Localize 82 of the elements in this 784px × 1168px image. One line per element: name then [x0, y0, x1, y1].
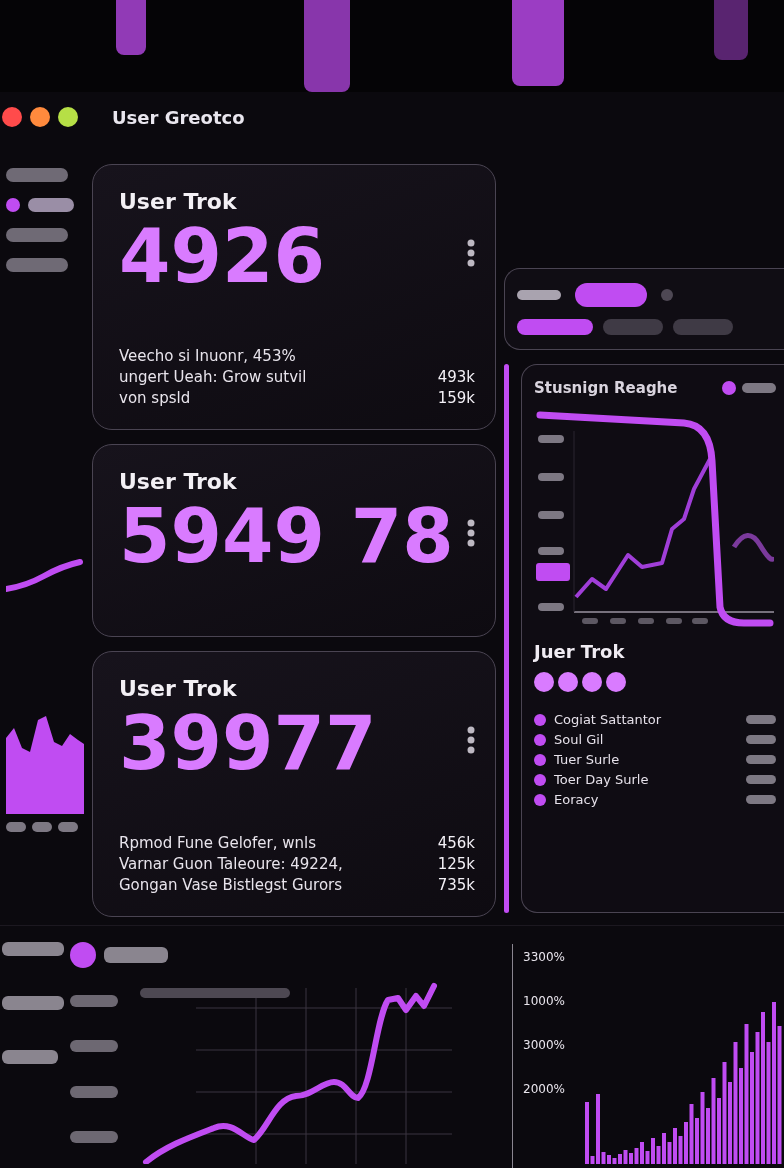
blurred-label	[104, 947, 168, 963]
chart-title: Stusnign Reaghe	[534, 379, 678, 397]
sidebar-item[interactable]	[28, 198, 74, 212]
card-figure: 125k	[437, 854, 475, 875]
sidebar-item[interactable]	[6, 258, 68, 272]
more-icon[interactable]	[467, 239, 475, 268]
blurred-label	[746, 715, 776, 724]
blurred-label	[638, 618, 654, 624]
legend-label: Cogiat Sattantor	[554, 712, 663, 727]
close-icon[interactable]	[2, 107, 22, 127]
card-figure: 493k	[437, 367, 475, 389]
sidebar-item[interactable]	[6, 168, 68, 182]
zoom-icon[interactable]	[58, 107, 78, 127]
glow-bar	[116, 0, 146, 55]
card-description: Veecho si Inuonr, 453% ungert Ueah: Grow sutvil von spsld	[119, 346, 307, 410]
blurred-label	[32, 822, 52, 832]
blurred-label	[2, 942, 64, 956]
card-title: User Trok	[119, 189, 238, 214]
blurred-label	[746, 755, 776, 764]
card-description: Rpmod Fune Gelofer, wnls Varnar Guon Taleoure: 49224, Gongan Vase Bistlegst Gurors	[119, 833, 343, 896]
blurred-label	[610, 618, 626, 624]
blurred-label	[746, 735, 776, 744]
card-value: 4926	[119, 218, 325, 296]
legend-dot-icon	[534, 753, 546, 766]
blurred-label	[70, 994, 118, 1007]
blurred-label	[538, 473, 564, 481]
legend-dot-icon	[534, 713, 546, 726]
axis-label: 3000%	[523, 1038, 566, 1052]
blurred-label	[517, 290, 561, 300]
card-title: User Trok	[119, 469, 238, 495]
status-dot-icon	[661, 289, 673, 301]
glow-bar	[714, 0, 748, 60]
dot-icon	[606, 672, 626, 692]
legend-label: Tuer Surle	[554, 752, 621, 767]
legend-dot-icon	[534, 773, 546, 786]
blurred-label	[58, 822, 78, 832]
tab[interactable]	[517, 319, 593, 335]
dot-icon	[582, 672, 602, 692]
blurred-label	[538, 511, 564, 519]
blurred-label	[70, 1131, 118, 1144]
blurred-label	[6, 822, 26, 832]
card-figure: 159k	[437, 388, 475, 410]
axis-label: 3300%	[523, 950, 566, 964]
blurred-label	[666, 618, 682, 624]
card-value: 39977	[119, 704, 377, 783]
blurred-label	[746, 775, 776, 784]
dot-icon	[558, 672, 578, 692]
legend-label: Toer Day Surle	[554, 772, 650, 787]
series-dot-icon	[70, 942, 96, 968]
card-figure: 456k	[437, 833, 475, 854]
blurred-label	[742, 383, 776, 393]
legend-dot-icon	[534, 733, 546, 746]
blurred-label	[746, 795, 776, 804]
blurred-label	[692, 618, 708, 624]
dot-icon	[534, 672, 554, 692]
blurred-label	[2, 996, 64, 1010]
blurred-label	[70, 1040, 118, 1053]
blurred-label	[2, 1050, 58, 1064]
more-icon[interactable]	[467, 726, 475, 755]
legend-title: Juer Trok	[534, 641, 626, 662]
card-title: User Trok	[119, 675, 238, 701]
sidebar-item[interactable]	[6, 228, 68, 242]
active-dot-icon	[6, 198, 20, 212]
legend-label: Eoracy	[554, 792, 600, 807]
blurred-label	[538, 603, 564, 611]
minimize-icon[interactable]	[30, 107, 50, 127]
blurred-label	[70, 1085, 118, 1098]
legend-label: Soul Gil	[554, 732, 605, 747]
more-icon[interactable]	[467, 519, 475, 548]
blurred-label	[538, 547, 564, 555]
faint-line	[731, 533, 774, 562]
axis-label: 2000%	[523, 1082, 566, 1096]
legend-dot-icon	[534, 793, 546, 806]
highlight-marker	[536, 563, 570, 581]
window-title: User Greotco	[112, 106, 245, 128]
blurred-label	[538, 435, 564, 443]
axis-label: 1000%	[523, 994, 566, 1008]
blurred-label	[582, 618, 598, 624]
card-value: 5949 78	[119, 498, 454, 576]
card-figure: 735k	[437, 875, 475, 896]
legend-dot-icon	[722, 381, 736, 395]
action-pill-button[interactable]	[575, 283, 647, 307]
